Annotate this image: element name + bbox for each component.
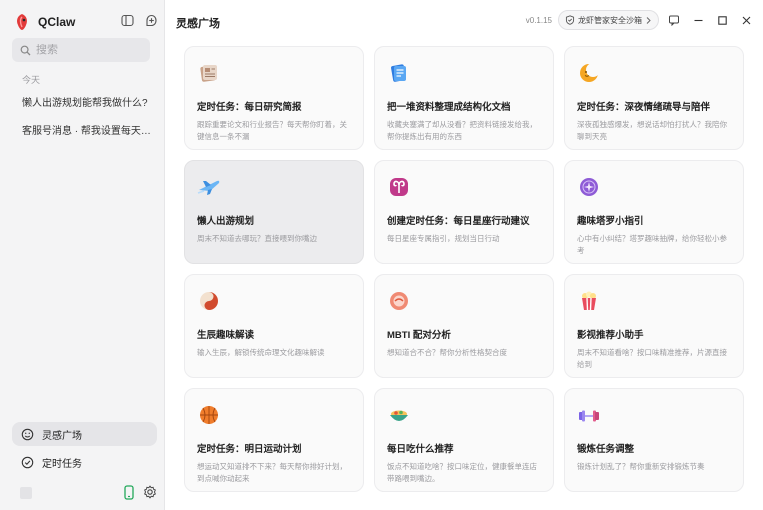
card-title: 定时任务：每日研究简报 bbox=[197, 102, 302, 113]
sidebar: QClaw 今天 懒人出游规划能帮我做什么? 客服号消息 · 帮我设置每天早… … bbox=[0, 0, 165, 510]
card-description: 锻炼计划乱了？帮你重新安排锻炼节奏 bbox=[577, 462, 705, 471]
security-label: 龙虾管家安全沙箱 bbox=[578, 15, 642, 25]
sidebar-header-actions bbox=[120, 13, 158, 27]
yin-yang-icon bbox=[200, 292, 218, 310]
qclaw-logo-icon bbox=[17, 14, 27, 30]
card-description: 周末不知道去哪玩？直接喂到你嘴边 bbox=[197, 234, 317, 243]
card-title: 创建定时任务：每日星座行动建议 bbox=[387, 216, 530, 227]
inspiration-grid: 定时任务：每日研究简报 跟踪重要论文和行业报告？每天帮你盯着，关键信息一条不漏 … bbox=[184, 46, 744, 492]
card-title: 趣味塔罗小指引 bbox=[577, 216, 644, 227]
newspaper-icon bbox=[200, 65, 217, 82]
card-description: 每日星座专属指引，规划当日行动 bbox=[387, 234, 500, 243]
close-icon[interactable] bbox=[737, 11, 755, 29]
smile-face-icon bbox=[21, 428, 34, 440]
app-window: QClaw 今天 懒人出游规划能帮我做什么? 客服号消息 · 帮我设置每天早… … bbox=[0, 0, 763, 510]
card-title: 锻炼任务调整 bbox=[577, 444, 635, 455]
search-input[interactable] bbox=[36, 44, 136, 56]
chevron-right-icon bbox=[646, 16, 651, 24]
card-description: 深夜孤独感爆发，想说话却怕打扰人？我陪你聊到天亮 bbox=[577, 120, 727, 141]
inspiration-card[interactable]: 影视推荐小助手 周末不知道看啥？按口味精准推荐，片源直接给到 bbox=[564, 274, 744, 378]
chat-bubble-icon[interactable] bbox=[665, 11, 683, 29]
aries-icon bbox=[390, 178, 408, 196]
nav-item-inspiration[interactable]: 灵感广场 bbox=[12, 422, 157, 446]
card-title: 生辰趣味解读 bbox=[197, 330, 255, 341]
popcorn-icon bbox=[582, 291, 596, 311]
card-description: 输入生辰，解锁传统命理文化趣味解读 bbox=[197, 348, 325, 357]
card-title: 影视推荐小助手 bbox=[577, 330, 644, 341]
card-description: 收藏夹塞满了却从没看？把资料链接发给我，帮你提炼出有用的东西 bbox=[387, 120, 537, 141]
inspiration-card[interactable]: 锻炼任务调整 锻炼计划乱了？帮你重新安排锻炼节奏 bbox=[564, 388, 744, 492]
inspiration-card[interactable]: 定时任务：明日运动计划 想运动又知道排不下来？每天帮你排好计划，到点喊你动起来 bbox=[184, 388, 364, 492]
inspiration-card[interactable]: MBTI 配对分析 想知道合不合？帮你分析性格契合度 bbox=[374, 274, 554, 378]
inspiration-card[interactable]: 懒人出游规划 周末不知道去哪玩？直接喂到你嘴边 bbox=[184, 160, 364, 264]
dumbbell-icon bbox=[579, 410, 599, 422]
inspiration-card[interactable]: 定时任务：每日研究简报 跟踪重要论文和行业报告？每天帮你盯着，关键信息一条不漏 bbox=[184, 46, 364, 150]
card-description: 跟踪重要论文和行业报告？每天帮你盯着，关键信息一条不漏 bbox=[197, 120, 347, 141]
basketball-icon bbox=[200, 406, 218, 424]
history-item[interactable]: 客服号消息 · 帮我设置每天早… bbox=[22, 122, 152, 137]
card-title: 定时任务：明日运动计划 bbox=[197, 444, 302, 455]
food-bowl-icon bbox=[390, 410, 408, 421]
card-description: 想知道合不合？帮你分析性格契合度 bbox=[387, 348, 507, 357]
avatar[interactable] bbox=[20, 487, 32, 499]
inspiration-card[interactable]: 把一堆资料整理成结构化文档 收藏夹塞满了却从没看？把资料链接发给我，帮你提炼出有… bbox=[374, 46, 554, 150]
nav-item-label: 灵感广场 bbox=[42, 430, 82, 442]
card-description: 饭点不知道吃啥？按口味定位，健康餐单连店带路喂到嘴边。 bbox=[387, 462, 537, 483]
history-item[interactable]: 懒人出游规划能帮我做什么? bbox=[22, 94, 152, 109]
card-title: 懒人出游规划 bbox=[197, 216, 255, 227]
inspiration-card[interactable]: 每日吃什么推荐 饭点不知道吃啥？按口味定位，健康餐单连店带路喂到嘴边。 bbox=[374, 388, 554, 492]
mbti-icon bbox=[390, 292, 408, 310]
nav-item-label: 定时任务 bbox=[42, 458, 82, 470]
document-icon bbox=[391, 64, 406, 82]
phone-icon[interactable] bbox=[123, 485, 135, 505]
inspiration-card[interactable]: 创建定时任务：每日星座行动建议 每日星座专属指引，规划当日行动 bbox=[374, 160, 554, 264]
history-section-label: 今天 bbox=[22, 75, 41, 85]
sidebar-footer bbox=[20, 485, 157, 504]
card-title: 每日吃什么推荐 bbox=[387, 444, 454, 455]
moon-icon bbox=[580, 63, 600, 82]
app-name: QClaw bbox=[38, 15, 76, 29]
maximize-icon[interactable] bbox=[713, 11, 731, 29]
tarot-icon bbox=[580, 178, 598, 196]
inspiration-card[interactable]: 趣味塔罗小指引 心中有小纠结？塔罗趣味抽牌，给你轻松小参考 bbox=[564, 160, 744, 264]
card-title: MBTI 配对分析 bbox=[387, 330, 451, 341]
card-description: 想运动又知道排不下来？每天帮你排好计划，到点喊你动起来 bbox=[197, 462, 347, 483]
gear-icon[interactable] bbox=[143, 485, 157, 504]
card-description: 周末不知道看啥？按口味精准推荐，片源直接给到 bbox=[577, 348, 727, 369]
check-circle-icon bbox=[21, 456, 34, 468]
card-title: 把一堆资料整理成结构化文档 bbox=[387, 102, 511, 113]
main-panel: 灵感广场 v0.1.15 龙虾管家安全沙箱 定时任务：每日研究简报 跟踪重要论文… bbox=[166, 0, 763, 510]
inspiration-card[interactable]: 生辰趣味解读 输入生辰，解锁传统命理文化趣味解读 bbox=[184, 274, 364, 378]
card-description: 心中有小纠结？塔罗趣味抽牌，给你轻松小参考 bbox=[577, 234, 727, 255]
new-chat-icon[interactable] bbox=[144, 13, 158, 27]
minimize-icon[interactable] bbox=[689, 11, 707, 29]
nav-item-scheduled-tasks[interactable]: 定时任务 bbox=[12, 450, 157, 474]
title-bar-actions: v0.1.15 龙虾管家安全沙箱 bbox=[526, 10, 755, 30]
inspiration-card[interactable]: 定时任务：深夜情绪疏导与陪伴 深夜孤独感爆发，想说话却怕打扰人？我陪你聊到天亮 bbox=[564, 46, 744, 150]
search-box[interactable] bbox=[12, 38, 150, 62]
airplane-icon bbox=[197, 180, 220, 195]
brand: QClaw bbox=[14, 13, 75, 31]
version-label: v0.1.15 bbox=[525, 15, 552, 25]
page-title: 灵感广场 bbox=[176, 18, 220, 30]
shield-icon bbox=[565, 15, 575, 25]
security-sandbox-button[interactable]: 龙虾管家安全沙箱 bbox=[558, 10, 659, 30]
sidebar-toggle-icon[interactable] bbox=[120, 13, 134, 27]
search-icon bbox=[20, 45, 31, 55]
card-title: 定时任务：深夜情绪疏导与陪伴 bbox=[577, 102, 711, 113]
